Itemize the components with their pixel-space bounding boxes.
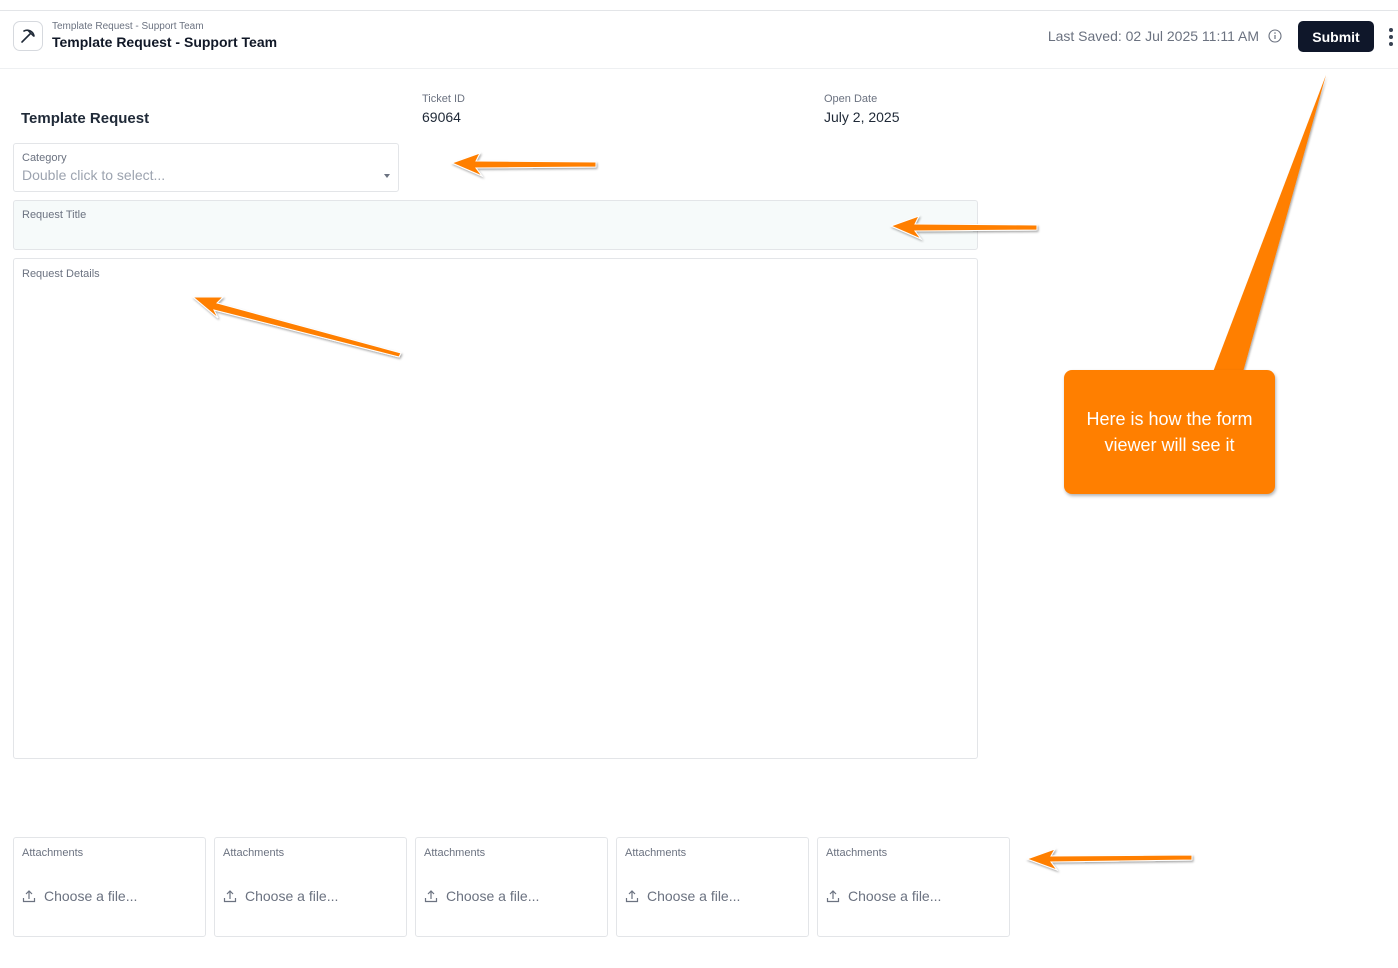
submit-button[interactable]: Submit (1298, 21, 1374, 52)
attachment-label: Attachments (625, 847, 687, 859)
choose-file-text: Choose a file... (647, 888, 741, 904)
attachment-label: Attachments (22, 847, 84, 859)
choose-file-button[interactable]: Choose a file... (424, 888, 539, 904)
page-header: Template Request - Support Team Template… (0, 11, 1398, 69)
attachment-field-3[interactable]: Attachments Choose a file... (415, 837, 608, 937)
upload-icon (826, 890, 840, 903)
choose-file-button[interactable]: Choose a file... (223, 888, 338, 904)
ticket-id-value: 69064 (422, 109, 461, 125)
attachment-field-1[interactable]: Attachments Choose a file... (13, 837, 206, 937)
info-icon[interactable] (1268, 29, 1282, 43)
category-placeholder: Double click to select... (22, 167, 166, 183)
upload-icon (424, 890, 438, 903)
upload-icon (223, 890, 237, 903)
attachment-label: Attachments (826, 847, 888, 859)
more-options-icon[interactable] (1384, 25, 1398, 49)
attachment-field-2[interactable]: Attachments Choose a file... (214, 837, 407, 937)
request-details-label: Request Details (22, 268, 100, 280)
attachment-label: Attachments (223, 847, 285, 859)
attachment-label: Attachments (424, 847, 486, 859)
request-title-label: Request Title (22, 209, 87, 221)
open-date-value: July 2, 2025 (824, 109, 900, 125)
arrow-left-icon (1025, 848, 1193, 872)
choose-file-text: Choose a file... (44, 888, 138, 904)
choose-file-text: Choose a file... (245, 888, 339, 904)
chevron-down-icon (384, 174, 390, 178)
choose-file-button[interactable]: Choose a file... (826, 888, 941, 904)
attachment-field-5[interactable]: Attachments Choose a file... (817, 837, 1010, 937)
page-title: Template Request - Support Team (52, 34, 278, 50)
choose-file-button[interactable]: Choose a file... (22, 888, 137, 904)
choose-file-button[interactable]: Choose a file... (625, 888, 740, 904)
pickaxe-icon (21, 29, 35, 43)
breadcrumb[interactable]: Template Request - Support Team (52, 21, 204, 32)
upload-icon (625, 890, 639, 903)
arrow-left-icon (450, 152, 597, 178)
ticket-id-label: Ticket ID (422, 93, 465, 105)
upload-icon (22, 890, 36, 903)
category-select[interactable]: Category Double click to select... (13, 143, 399, 192)
app-logo-icon[interactable] (13, 21, 43, 51)
annotation-callout: Here is how the form viewer will see it (1064, 370, 1275, 494)
category-label: Category (22, 152, 67, 164)
open-date-label: Open Date (824, 93, 878, 105)
last-saved-text: Last Saved: 02 Jul 2025 11:11 AM (1047, 28, 1259, 44)
attachment-field-4[interactable]: Attachments Choose a file... (616, 837, 809, 937)
choose-file-text: Choose a file... (446, 888, 540, 904)
callout-pointer-icon (1213, 75, 1326, 372)
request-title-field[interactable]: Request Title (13, 200, 978, 250)
request-details-field[interactable]: Request Details (13, 258, 978, 759)
choose-file-text: Choose a file... (848, 888, 942, 904)
section-title: Template Request (21, 110, 150, 127)
